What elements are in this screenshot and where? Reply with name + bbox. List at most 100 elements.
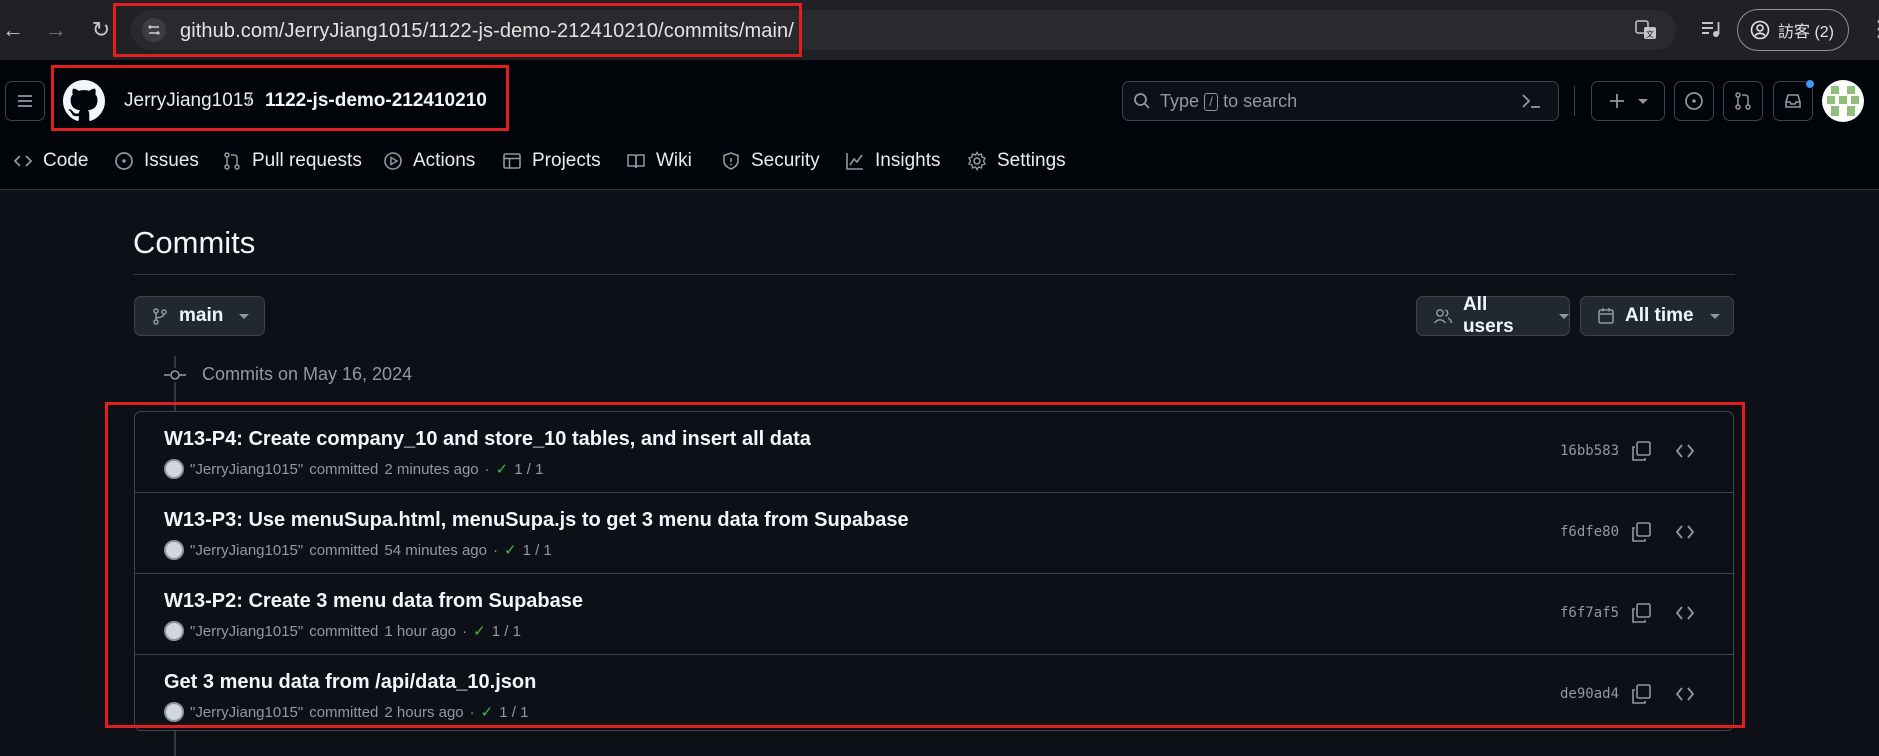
tab-code[interactable]: Code <box>13 147 88 175</box>
create-new-button[interactable] <box>1591 81 1665 121</box>
commit-sha-link[interactable]: de90ad4 <box>1560 686 1619 702</box>
check-icon[interactable]: ✓ <box>504 541 517 559</box>
plus-icon <box>1610 94 1624 108</box>
commit-meta: "JerryJiang1015" committed 1 hour ago · … <box>164 621 521 641</box>
browse-code-icon[interactable] <box>1674 602 1696 624</box>
avatar[interactable] <box>164 540 184 560</box>
svg-text:文: 文 <box>1646 29 1654 39</box>
header-divider <box>1574 86 1575 116</box>
chevron-down-icon <box>239 313 250 319</box>
reload-icon[interactable]: ↻ <box>88 17 114 43</box>
profile-button[interactable]: 訪客 (2) <box>1737 9 1849 51</box>
translate-icon[interactable]: 文 <box>1635 19 1657 41</box>
branch-selector-button[interactable]: main <box>134 296 265 336</box>
users-filter-button[interactable]: All users <box>1416 294 1570 337</box>
commit-time: 54 minutes ago <box>384 541 487 559</box>
pull-requests-button[interactable] <box>1723 81 1763 121</box>
tab-insights[interactable]: Insights <box>845 147 940 175</box>
repo-name-link[interactable]: 1122-js-demo-212410210 <box>265 90 487 112</box>
commit-title-link[interactable]: W13-P3: Use menuSupa.html, menuSupa.js t… <box>164 509 909 532</box>
issues-button[interactable] <box>1674 81 1714 121</box>
avatar[interactable] <box>164 702 184 722</box>
tab-issues[interactable]: Issues <box>114 147 199 175</box>
tab-actions[interactable]: Actions <box>383 147 475 175</box>
avatar[interactable] <box>1822 80 1864 122</box>
book-icon <box>627 154 645 169</box>
graph-icon <box>846 153 863 170</box>
chevron-down-icon <box>1709 313 1720 319</box>
branch-icon <box>153 308 167 325</box>
pull-request-icon <box>224 152 240 170</box>
list-item: W13-P3: Use menuSupa.html, menuSupa.js t… <box>135 493 1733 574</box>
menu-icon <box>18 95 32 107</box>
forward-icon[interactable]: → <box>43 17 69 43</box>
tab-security[interactable]: Security <box>721 147 820 175</box>
commit-action: committed <box>309 622 379 640</box>
commit-meta: "JerryJiang1015" committed 2 hours ago ·… <box>164 702 528 722</box>
command-palette-icon[interactable] <box>1520 91 1542 111</box>
commit-sha-link[interactable]: f6dfe80 <box>1560 524 1619 540</box>
check-icon[interactable]: ✓ <box>496 460 509 478</box>
commit-action: committed <box>309 541 379 559</box>
table-icon <box>503 153 521 169</box>
browse-code-icon[interactable] <box>1674 440 1696 462</box>
avatar[interactable] <box>164 459 184 479</box>
tab-label: Settings <box>997 150 1066 171</box>
commit-title-link[interactable]: Get 3 menu data from /api/data_10.json <box>164 671 536 694</box>
tab-settings[interactable]: Settings <box>967 147 1066 175</box>
commit-author[interactable]: "JerryJiang1015" <box>190 704 303 721</box>
check-icon[interactable]: ✓ <box>473 622 486 640</box>
copy-icon[interactable] <box>1630 521 1652 543</box>
hamburger-menu-button[interactable] <box>5 81 45 121</box>
repo-owner-link[interactable]: JerryJiang1015 <box>124 90 254 112</box>
copy-icon[interactable] <box>1630 440 1652 462</box>
site-info-icon[interactable] <box>142 18 166 42</box>
commit-time: 1 hour ago <box>384 622 457 640</box>
commit-time: 2 minutes ago <box>384 460 479 478</box>
commit-title-link[interactable]: W13-P4: Create company_10 and store_10 t… <box>164 428 811 451</box>
list-item: W13-P2: Create 3 menu data from Supabase… <box>135 574 1733 655</box>
commit-sha-link[interactable]: f6f7af5 <box>1560 605 1619 621</box>
search-icon <box>1133 92 1151 110</box>
inbox-icon <box>1785 94 1801 108</box>
back-icon[interactable]: ← <box>0 17 26 43</box>
commit-author[interactable]: "JerryJiang1015" <box>190 461 303 478</box>
date-header-label: Commits on May 16, 2024 <box>202 364 413 384</box>
copy-icon[interactable] <box>1630 602 1652 624</box>
check-icon[interactable]: ✓ <box>481 703 494 721</box>
time-filter-label: All time <box>1625 305 1694 326</box>
breadcrumb-separator: / <box>247 90 253 111</box>
copy-icon[interactable] <box>1630 683 1652 705</box>
tab-pull-requests[interactable]: Pull requests <box>222 147 362 175</box>
avatar[interactable] <box>164 621 184 641</box>
pull-request-icon <box>1735 92 1751 110</box>
tab-label: Wiki <box>656 150 692 171</box>
commit-action: committed <box>309 460 379 478</box>
browse-code-icon[interactable] <box>1674 521 1696 543</box>
tab-label: Projects <box>532 150 601 171</box>
tab-label: Insights <box>875 150 941 171</box>
tab-wiki[interactable]: Wiki <box>626 147 692 175</box>
commit-author[interactable]: "JerryJiang1015" <box>190 623 303 640</box>
checks-count[interactable]: 1 / 1 <box>514 461 543 478</box>
checks-count[interactable]: 1 / 1 <box>499 704 528 721</box>
checks-count[interactable]: 1 / 1 <box>523 542 552 559</box>
code-icon <box>13 155 33 167</box>
issue-icon <box>1685 92 1703 110</box>
divider <box>133 274 1735 275</box>
checks-count[interactable]: 1 / 1 <box>492 623 521 640</box>
github-logo-icon[interactable] <box>63 80 105 122</box>
commit-title-link[interactable]: W13-P2: Create 3 menu data from Supabase <box>164 590 583 613</box>
page-title: Commits <box>133 225 256 260</box>
time-filter-button[interactable]: All time <box>1580 296 1734 336</box>
branch-label: main <box>179 305 224 326</box>
tab-projects[interactable]: Projects <box>502 147 601 175</box>
list-item: W13-P4: Create company_10 and store_10 t… <box>135 412 1733 493</box>
url-text[interactable]: github.com/JerryJiang1015/1122-js-demo-2… <box>180 20 794 43</box>
commit-author[interactable]: "JerryJiang1015" <box>190 542 303 559</box>
commit-sha-link[interactable]: 16bb583 <box>1560 443 1619 459</box>
browse-code-icon[interactable] <box>1674 683 1696 705</box>
commit-action: committed <box>309 703 379 721</box>
browser-menu-icon[interactable]: ⋮ <box>1868 18 1879 40</box>
media-control-icon[interactable] <box>1700 18 1722 40</box>
